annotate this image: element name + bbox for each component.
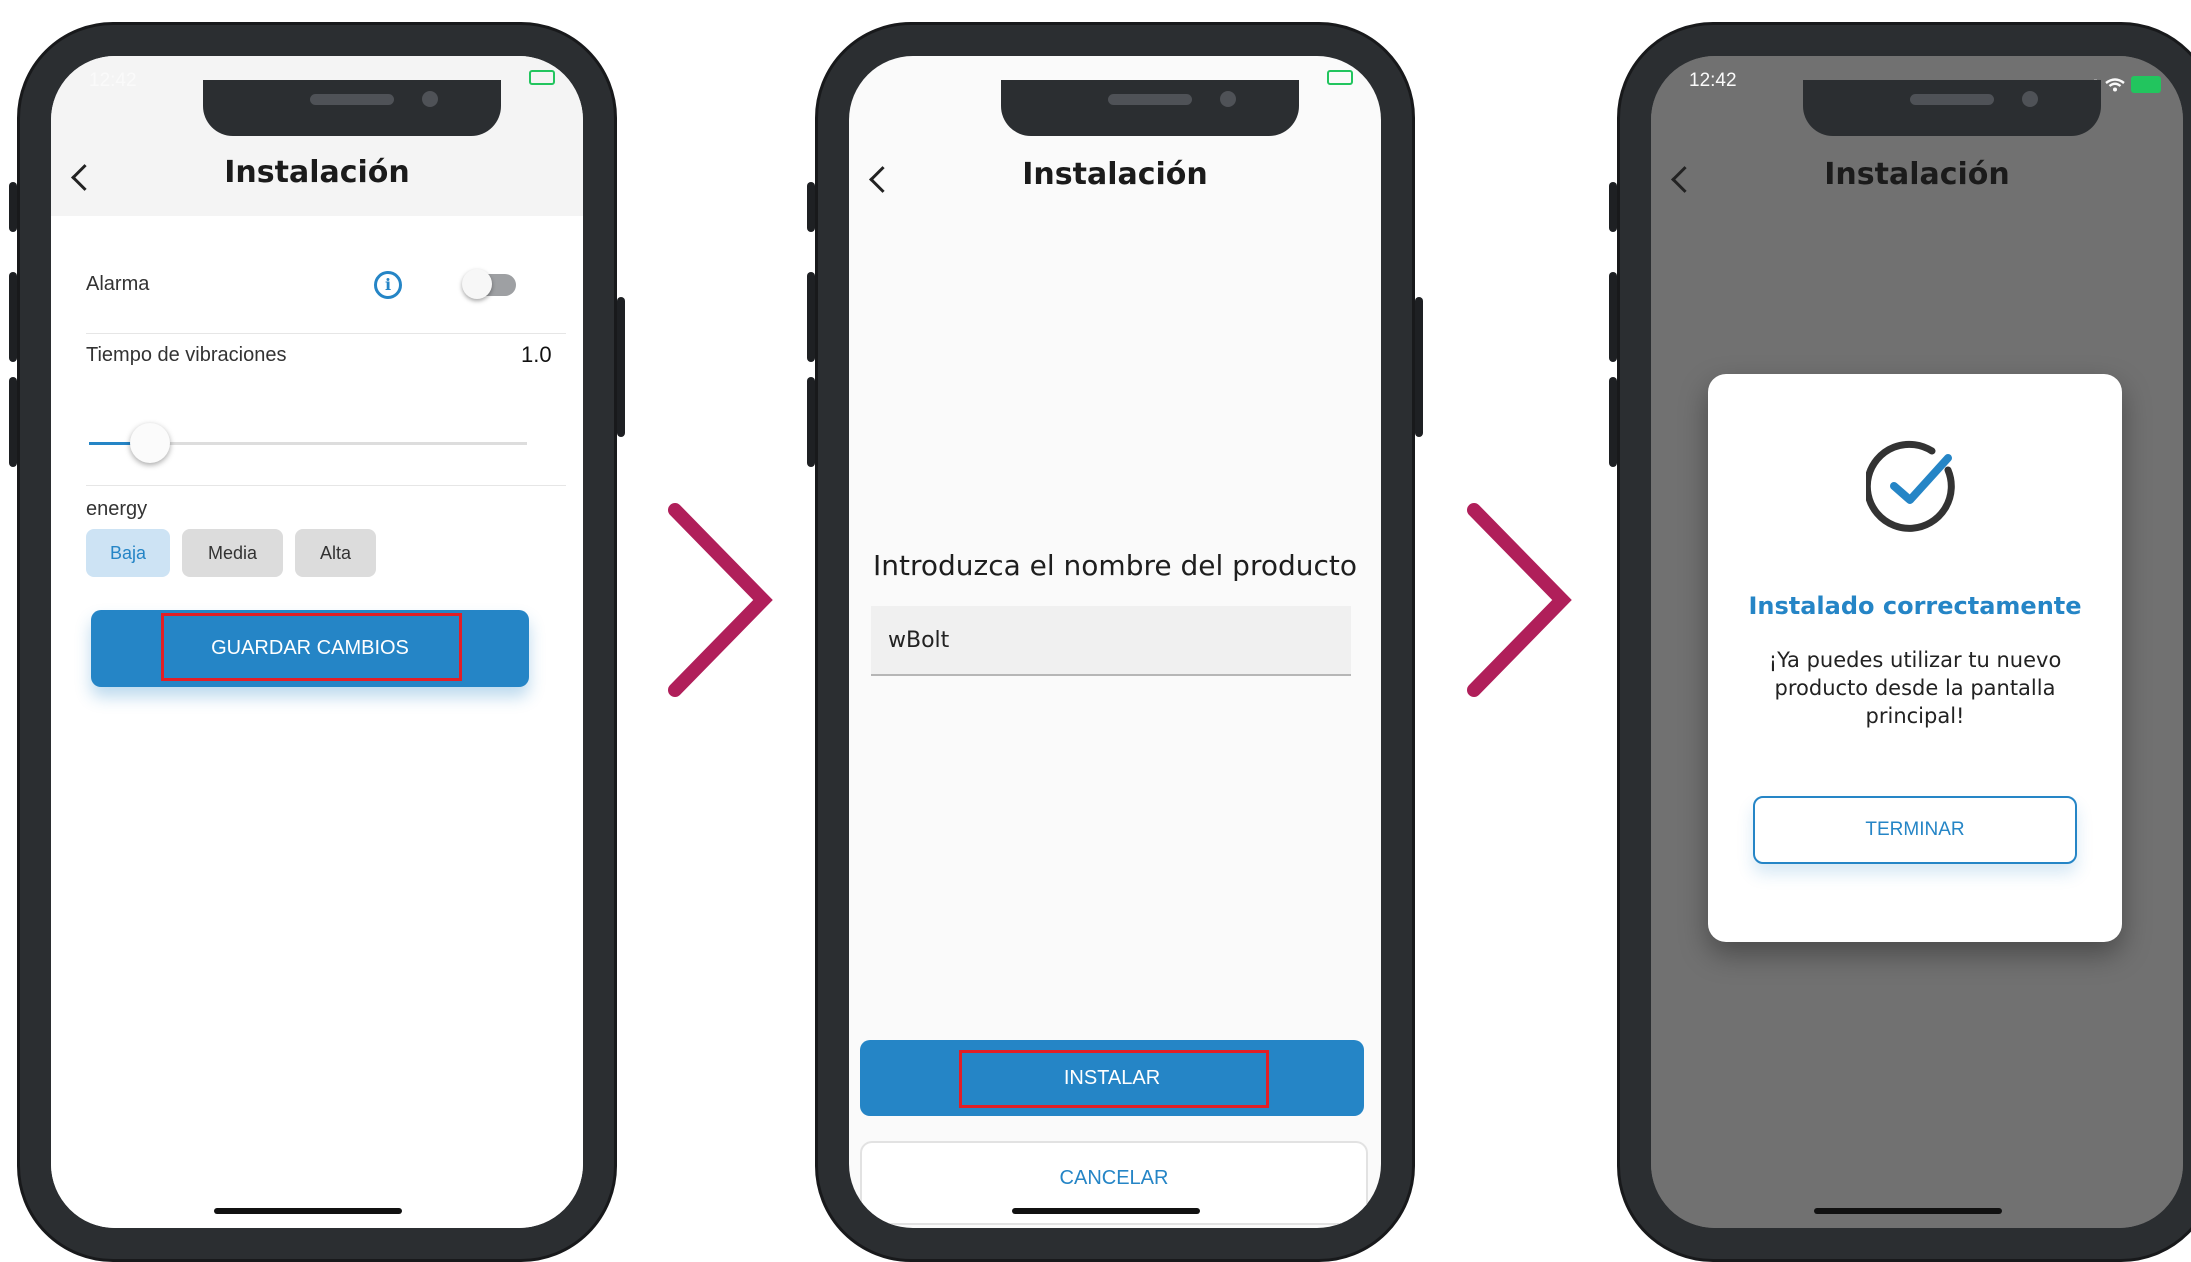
volume-up-button	[9, 272, 17, 362]
product-name-prompt: Introduzca el nombre del producto	[872, 549, 1358, 582]
battery-icon	[529, 70, 555, 85]
volume-up-button	[807, 272, 815, 362]
finish-button[interactable]: TERMINAR	[1753, 796, 2077, 864]
status-icons	[529, 70, 555, 85]
page-title: Instalación	[1022, 157, 1208, 192]
status-time: 12:42	[1689, 70, 1737, 91]
speaker	[1910, 94, 1994, 105]
highlight-box	[161, 613, 462, 681]
highlight-box	[959, 1050, 1269, 1108]
page-title: Instalación	[224, 155, 410, 190]
phone-success: 12:42 Instalación Instalado correctament…	[1609, 22, 2191, 1262]
success-title: Instalado correctamente	[1748, 592, 2082, 620]
energy-label: energy	[86, 498, 148, 520]
energy-option-baja[interactable]: Baja	[86, 529, 170, 577]
notch	[203, 80, 501, 136]
home-indicator	[1012, 1208, 1200, 1214]
check-circle-icon	[1866, 440, 1955, 532]
camera	[422, 91, 438, 107]
vibration-label: Tiempo de vibraciones	[86, 344, 287, 366]
energy-option-alta[interactable]: Alta	[295, 529, 376, 577]
mute-switch	[807, 182, 815, 232]
screen-name-product: 12:42 Instalación Introduzca el nombre d…	[849, 56, 1381, 1228]
page-title: Instalación	[1824, 157, 2010, 192]
product-name-field[interactable]	[871, 606, 1351, 676]
product-name-input[interactable]	[871, 606, 1351, 674]
volume-down-button	[9, 377, 17, 467]
energy-option-media[interactable]: Media	[182, 529, 283, 577]
status-time: 12:42	[887, 70, 935, 91]
alarm-toggle[interactable]	[462, 269, 516, 299]
power-button	[1415, 297, 1423, 437]
info-icon[interactable]: i	[374, 271, 402, 299]
next-arrow-icon	[1467, 503, 1572, 697]
speaker	[310, 94, 394, 105]
divider	[86, 485, 566, 486]
mute-switch	[9, 182, 17, 232]
wifi-icon	[2105, 77, 2125, 91]
screen-settings: 12:42 Instalación Alarma i Tiempo de vib…	[51, 56, 583, 1228]
success-dialog: Instalado correctamente ¡Ya puedes utili…	[1708, 374, 2122, 942]
toggle-knob	[462, 269, 492, 299]
status-time: 12:42	[89, 70, 137, 91]
screen-success: 12:42 Instalación Instalado correctament…	[1651, 56, 2183, 1228]
speaker	[1108, 94, 1192, 105]
notch	[1001, 80, 1299, 136]
success-message: ¡Ya puedes utilizar tu nuevo producto de…	[1768, 648, 2062, 728]
slider-thumb[interactable]	[130, 423, 171, 463]
settings-panel: Alarma i Tiempo de vibraciones 1.0 energ…	[51, 216, 583, 1228]
home-indicator	[214, 1208, 402, 1214]
camera	[1220, 91, 1236, 107]
mute-switch	[1609, 182, 1617, 232]
battery-icon	[2131, 76, 2161, 93]
volume-down-button	[807, 377, 815, 467]
camera	[2022, 91, 2038, 107]
next-arrow-icon	[668, 503, 773, 697]
notch	[1803, 80, 2101, 136]
vibration-value: 1.0	[521, 342, 552, 367]
power-button	[617, 297, 625, 437]
volume-down-button	[1609, 377, 1617, 467]
battery-icon	[1327, 70, 1353, 85]
status-icons	[1327, 70, 1353, 85]
phone-settings: 12:42 Instalación Alarma i Tiempo de vib…	[9, 22, 625, 1262]
divider	[86, 333, 566, 334]
volume-up-button	[1609, 272, 1617, 362]
phone-name-product: 12:42 Instalación Introduzca el nombre d…	[807, 22, 1423, 1262]
vibration-slider[interactable]	[89, 423, 527, 463]
alarm-label: Alarma	[86, 273, 150, 295]
home-indicator	[1814, 1208, 2002, 1214]
